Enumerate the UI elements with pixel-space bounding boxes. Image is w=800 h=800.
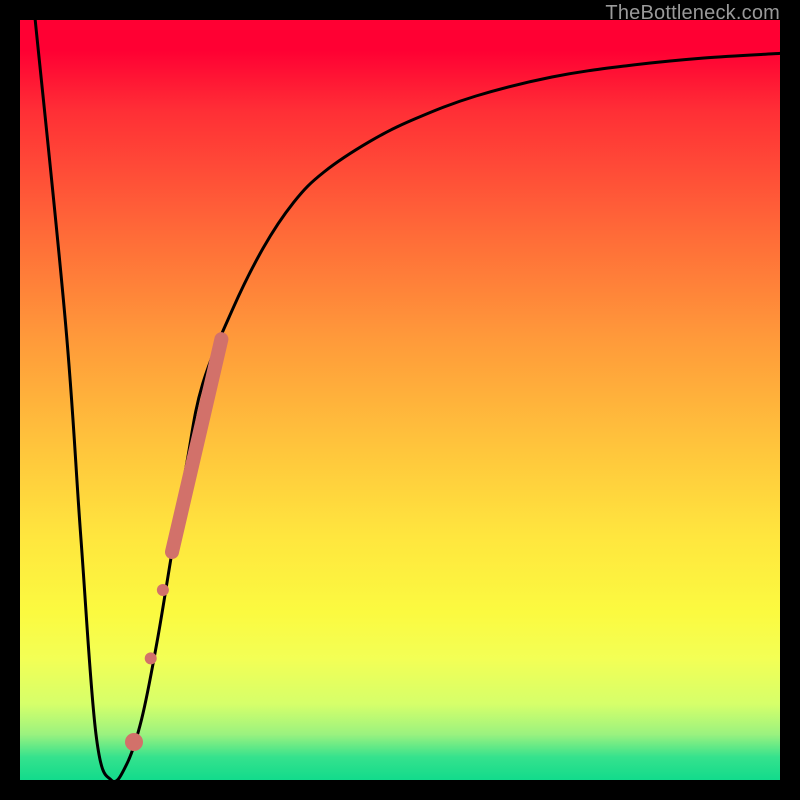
chart-frame: TheBottleneck.com <box>0 0 800 800</box>
highlight-dot-1 <box>157 584 169 596</box>
highlight-markers <box>125 339 221 751</box>
highlight-segment <box>172 339 221 552</box>
highlight-dot-3 <box>125 733 143 751</box>
bottleneck-curve <box>35 20 780 782</box>
highlight-dot-2 <box>145 652 157 664</box>
plot-area <box>20 20 780 780</box>
curve-layer <box>20 20 780 780</box>
